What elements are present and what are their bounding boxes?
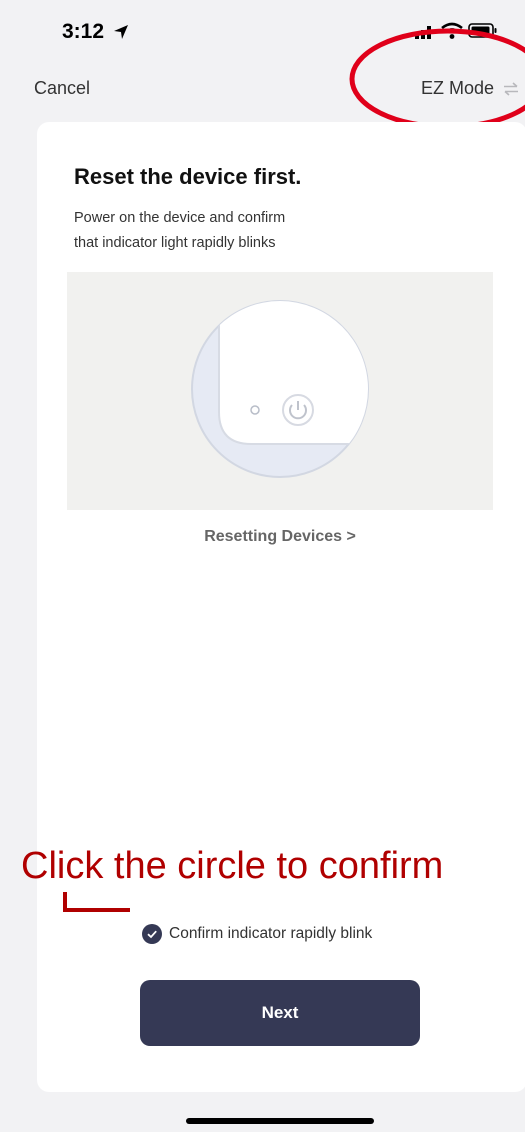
cancel-button[interactable]: Cancel — [34, 78, 90, 99]
confirm-row[interactable]: Confirm indicator rapidly blink — [142, 922, 372, 946]
setup-card: Reset the device first. Power on the dev… — [37, 122, 525, 1092]
next-button[interactable]: Next — [140, 980, 420, 1046]
instruction-text: Power on the device and confirm that ind… — [74, 206, 394, 256]
annotation-bracket — [63, 892, 130, 912]
instruction-line-2: that indicator light rapidly blinks — [74, 235, 276, 251]
annotation-instruction: Click the circle to confirm — [21, 845, 444, 887]
checkmark-icon — [147, 930, 157, 939]
instruction-line-1: Power on the device and confirm — [74, 210, 286, 226]
resetting-devices-link[interactable]: Resetting Devices > — [37, 528, 523, 546]
confirm-checkbox[interactable] — [142, 924, 162, 944]
location-arrow-icon — [113, 25, 128, 39]
page-title: Reset the device first. — [74, 164, 302, 189]
device-reset-illustration — [191, 300, 369, 478]
home-indicator[interactable] — [186, 1118, 374, 1124]
highlight-ellipse — [349, 28, 525, 130]
device-illustration — [67, 272, 493, 510]
status-time: 3:12 — [62, 20, 129, 44]
status-time-text: 3:12 — [62, 20, 105, 43]
confirm-label: Confirm indicator rapidly blink — [169, 925, 373, 942]
